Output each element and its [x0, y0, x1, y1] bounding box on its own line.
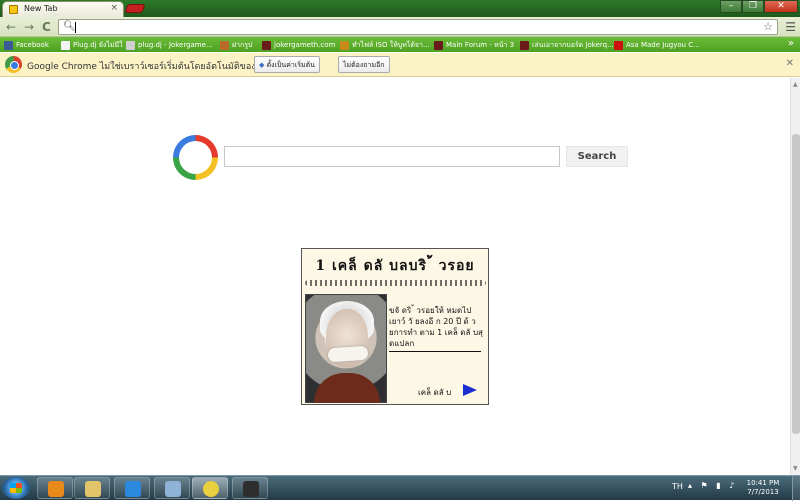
star-icon[interactable]: ☆: [763, 20, 773, 33]
infobar-close-icon[interactable]: ✕: [786, 58, 794, 69]
set-default-label: ตั้งเป็นค่าเริ่มต้น: [266, 61, 315, 69]
forward-button[interactable]: →: [24, 20, 34, 34]
scroll-up-icon[interactable]: ▲: [793, 81, 798, 88]
advertisement-banner[interactable]: 1 เคล็ ดลั บลบริ ้ วรอย ขจั ดริ ้ วรอยให…: [301, 248, 489, 405]
bookmark-label: Main Forum - หน้า 3: [446, 40, 515, 49]
scroll-down-icon[interactable]: ▼: [793, 465, 798, 472]
ad-photo-tape: [327, 345, 369, 363]
facebook-icon: [4, 40, 13, 50]
windows-logo-icon: [10, 483, 22, 493]
show-desktop-button[interactable]: [792, 476, 800, 501]
arrow-right-icon[interactable]: [463, 384, 477, 396]
joker-icon: [262, 40, 271, 50]
text-caret: [75, 22, 76, 33]
search-button[interactable]: Search: [566, 146, 628, 167]
clock-time: 10:41 PM: [746, 479, 780, 487]
omnibox[interactable]: 🔍︎ ☆: [58, 19, 778, 35]
taskbar-game-app-button[interactable]: [232, 477, 268, 499]
language-indicator[interactable]: TH: [672, 482, 683, 491]
dont-ask-again-button[interactable]: ไม่ต้องถามอีก: [338, 56, 390, 73]
close-window-button[interactable]: ✕: [764, 0, 798, 13]
taskbar-media-player-button[interactable]: [37, 477, 73, 499]
bookmark-label: Asa Made Jugyou C...: [626, 41, 700, 49]
bookmark-item[interactable]: ทำไฟล์ ISO ให้บูทได้จา...: [340, 39, 430, 51]
folder-icon: [61, 40, 70, 50]
search-icon: 🔍︎: [63, 21, 76, 32]
set-default-button[interactable]: ◆ ตั้งเป็นค่าเริ่มต้น: [254, 56, 320, 73]
tab-title: New Tab: [24, 4, 58, 13]
minimize-button[interactable]: –: [720, 0, 742, 13]
start-button[interactable]: [2, 477, 30, 499]
shield-icon: ◆: [259, 61, 265, 69]
bookmark-label: เล่นเอาจากบอร์ด Jokerq...: [532, 40, 614, 49]
taskbar-app-window-button[interactable]: [154, 477, 190, 499]
bookmarks-bar: Facebook Plug.dj ยังไม่มีใ plug.dj - Joker…: [0, 37, 800, 52]
bookmarks-overflow-button[interactable]: »: [788, 38, 794, 49]
file-explorer-icon: [85, 481, 101, 497]
bookmark-label: ทำไฟล์ ISO ให้บูทได้จา...: [352, 40, 430, 49]
bookmark-label: plug.dj - Jokergame...: [138, 41, 213, 49]
taskbar-file-explorer-button[interactable]: [74, 477, 110, 499]
back-button[interactable]: ←: [6, 20, 16, 34]
maximize-button[interactable]: ❐: [742, 0, 764, 13]
ad-photo: [305, 294, 387, 403]
system-clock[interactable]: 10:41 PM 7/7/2013: [740, 479, 786, 497]
game-app-icon: [243, 481, 259, 497]
bookmark-item[interactable]: Asa Made Jugyou C...: [614, 39, 700, 51]
tab-strip: New Tab × – ❐ ✕: [0, 0, 800, 17]
new-tab-button[interactable]: [124, 4, 146, 13]
bookmark-item[interactable]: plug.dj - Jokergame...: [126, 39, 213, 51]
internet-explorer-icon: [125, 481, 141, 497]
new-tab-favicon-icon: [9, 5, 18, 14]
window-controls: – ❐ ✕: [720, 0, 798, 14]
bookmark-item[interactable]: Main Forum - หน้า 3: [434, 39, 514, 51]
ad-cta-link[interactable]: เคล็ ดลั บ: [418, 386, 451, 399]
ad-divider: [305, 280, 486, 286]
bookmark-label: Facebook: [16, 41, 49, 49]
globe-icon: [340, 40, 349, 50]
ad-headline: 1 เคล็ ดลั บลบริ ้ วรอย: [315, 258, 475, 274]
search-logo-icon: [173, 135, 218, 180]
joker-icon: [520, 40, 529, 50]
bookmark-item[interactable]: ฝากรูป: [220, 39, 252, 51]
bookmark-item[interactable]: เล่นเอาจากบอร์ด Jokerq...: [520, 39, 614, 51]
taskbar-internet-explorer-button[interactable]: [114, 477, 150, 499]
media-player-icon: [48, 481, 64, 497]
bookmark-item[interactable]: Plug.dj ยังไม่มีใ: [61, 39, 123, 51]
app-window-icon: [165, 481, 181, 497]
image-icon: [220, 40, 229, 50]
ad-photo-shoulders: [314, 373, 380, 403]
tab-new-tab[interactable]: New Tab ×: [2, 1, 124, 17]
bookmark-item[interactable]: jokergameth.com: [262, 39, 335, 51]
tray-icons[interactable]: ▴ ⚑ ▮ ♪: [688, 481, 737, 490]
taskbar-chrome-button[interactable]: [192, 477, 228, 499]
reload-button[interactable]: C: [42, 20, 51, 34]
windows-taskbar: TH ▴ ⚑ ▮ ♪ 10:41 PM 7/7/2013: [0, 475, 800, 501]
ad-underline: [389, 351, 481, 352]
scroll-thumb[interactable]: [792, 134, 800, 434]
chrome-logo-icon: [5, 56, 22, 73]
tab-close-icon[interactable]: ×: [110, 3, 118, 13]
screen: New Tab × – ❐ ✕ ← → C 🔍︎ ☆ ☰ Facebook Plu…: [0, 0, 800, 501]
chrome-icon: [203, 481, 219, 497]
search-input[interactable]: [224, 146, 560, 167]
clock-date: 7/7/2013: [747, 488, 779, 496]
bookmark-item[interactable]: Facebook: [4, 39, 49, 51]
bookmark-label: jokergameth.com: [274, 41, 336, 49]
bookmark-label: Plug.dj ยังไม่มีใ: [73, 40, 123, 49]
page-scrollbar[interactable]: ▲ ▼: [790, 78, 800, 475]
infobar-message: Google Chrome ไม่ใช่เบราว์เซอร์เริ่มต้นโ…: [27, 62, 271, 72]
joker-icon: [434, 40, 443, 50]
default-browser-infobar: Google Chrome ไม่ใช่เบราว์เซอร์เริ่มต้นโ…: [0, 53, 800, 77]
browser-toolbar: ← → C 🔍︎ ☆ ☰: [0, 17, 800, 37]
chrome-menu-button[interactable]: ☰: [785, 20, 796, 34]
ad-body-text: ขจั ดริ ้ วรอยให้ หมดไป เยาว์ วั ยลงอี ก…: [389, 306, 483, 348]
youtube-icon: [614, 40, 623, 50]
headphones-icon: [126, 40, 135, 50]
bookmark-label: ฝากรูป: [232, 40, 253, 49]
